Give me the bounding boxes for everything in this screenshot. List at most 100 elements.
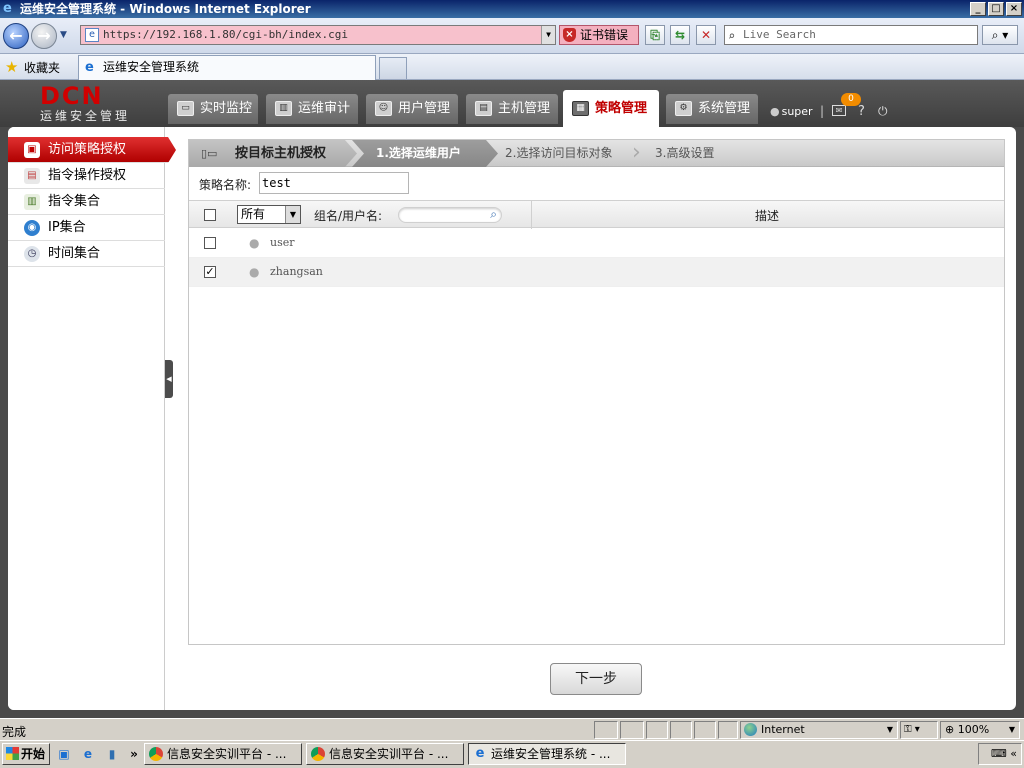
- row-checkbox[interactable]: [204, 237, 216, 249]
- window-titlebar: e 运维安全管理系统 - Windows Internet Explorer _…: [0, 0, 1024, 18]
- search-icon: ⌕: [728, 29, 736, 43]
- close-button[interactable]: ×: [1006, 2, 1022, 16]
- nav-tab-policy[interactable]: ▦ 策略管理: [563, 90, 659, 127]
- nav-tab-users[interactable]: ☺ 用户管理: [366, 94, 458, 124]
- sidebar-item-command-auth[interactable]: ▤ 指令操作授权: [8, 163, 165, 189]
- ip-set-icon: ◉: [24, 220, 40, 236]
- sidebar-item-access-policy[interactable]: ▣ 访问策略授权: [8, 137, 176, 163]
- zoom-level[interactable]: ⊕ 100% ▼: [940, 721, 1020, 739]
- lock-icon: ⚿ ▾: [904, 724, 920, 735]
- gear-icon: ⚙: [675, 101, 692, 116]
- start-button[interactable]: 开始: [2, 743, 50, 765]
- nav-tab-label: 用户管理: [398, 101, 451, 116]
- favorites-label[interactable]: 收藏夹: [24, 59, 60, 76]
- taskbar-item-chrome-1[interactable]: 信息安全实训平台 - ...: [144, 743, 302, 765]
- address-dropdown-icon[interactable]: ▼: [541, 26, 555, 44]
- logout-icon[interactable]: ⏻: [878, 104, 888, 119]
- new-tab-button[interactable]: [379, 57, 407, 79]
- wizard-step-label: 按目标主机授权: [235, 146, 327, 161]
- nav-tab-system[interactable]: ⚙ 系统管理: [666, 94, 758, 124]
- sidebar-item-label: IP集合: [48, 220, 86, 235]
- policy-name-label: 策略名称:: [199, 178, 252, 192]
- group-filter-value: 所有: [241, 207, 266, 221]
- search-input[interactable]: ⌕ Live Search: [724, 25, 978, 45]
- window-title: 运维安全管理系统 - Windows Internet Explorer: [20, 2, 311, 16]
- next-step-button[interactable]: 下一步: [550, 663, 642, 695]
- sidebar-item-time-set[interactable]: ◷ 时间集合: [8, 241, 165, 267]
- refresh-button[interactable]: ⇆: [670, 25, 690, 45]
- quicklaunch-tool-icon[interactable]: ▮: [104, 746, 120, 762]
- favorites-star-icon[interactable]: ★: [5, 58, 18, 76]
- wizard-step-3[interactable]: 3.高级设置: [655, 140, 714, 167]
- help-icon[interactable]: ?: [858, 104, 865, 119]
- compat-view-icon: ⎘: [650, 28, 660, 42]
- nav-tab-label: 系统管理: [698, 101, 751, 116]
- taskbar-item-chrome-2[interactable]: 信息安全实训平台 - ...: [306, 743, 464, 765]
- table-row[interactable]: ● user: [189, 229, 1004, 258]
- cert-error-label: 证书错误: [580, 28, 629, 42]
- table-header: 所有 ▼ 组名/用户名: ⌕ 描述: [189, 200, 1004, 229]
- user-search-input[interactable]: ⌕: [398, 207, 502, 223]
- shield-error-icon: ×: [563, 28, 576, 42]
- back-arrow-icon: ←: [9, 26, 23, 45]
- sidebar-item-command-set[interactable]: ▥ 指令集合: [8, 189, 165, 215]
- forward-arrow-icon: →: [37, 26, 51, 45]
- history-dropdown-icon[interactable]: ▼: [60, 30, 67, 40]
- nav-tab-label: 策略管理: [595, 101, 648, 116]
- group-filter-select[interactable]: 所有 ▼: [237, 205, 301, 224]
- command-auth-icon: ▤: [24, 168, 40, 184]
- logo-subtitle: 运维安全管理: [40, 109, 131, 123]
- mail-icon[interactable]: ✉: [832, 105, 846, 116]
- content-area: ▣ 访问策略授权 ▤ 指令操作授权 ▥ 指令集合 ◉ IP集合 ◷ 时间集合 ◀: [8, 127, 1016, 710]
- monitor-icon: ▭: [177, 101, 194, 116]
- nav-tab-hosts[interactable]: ▤ 主机管理: [466, 94, 558, 124]
- nav-tab-audit[interactable]: ▥ 运维审计: [266, 94, 358, 124]
- browser-tab-title: 运维安全管理系统: [103, 60, 200, 74]
- table-row[interactable]: ✓ ● zhangsan: [189, 258, 1004, 287]
- select-all-checkbox[interactable]: [204, 209, 216, 221]
- address-bar[interactable]: e https://192.168.1.80/cgi-bh/index.cgi …: [80, 25, 556, 45]
- quicklaunch-ie-icon[interactable]: e: [80, 746, 96, 762]
- sidebar-item-ip-set[interactable]: ◉ IP集合: [8, 215, 165, 241]
- step-separator-icon: ›: [632, 140, 641, 165]
- taskbar: 开始 ▣ e ▮ » 信息安全实训平台 - ... 信息安全实训平台 - ...…: [0, 740, 1024, 768]
- quicklaunch-more-icon[interactable]: »: [126, 746, 142, 762]
- row-checkbox-checked[interactable]: ✓: [204, 266, 216, 278]
- nav-tab-label: 运维审计: [298, 101, 351, 116]
- row-username: zhangsan: [270, 265, 323, 278]
- nav-tab-monitor[interactable]: ▭ 实时监控: [168, 94, 258, 124]
- header-divider: |: [820, 104, 825, 118]
- forward-button[interactable]: →: [31, 23, 57, 49]
- wizard-step-2[interactable]: 2.选择访问目标对象: [505, 140, 612, 167]
- wizard-panel: ▯▭ 按目标主机授权 1.选择运维用户 2.选择访问目标对象 › 3.高级设置 …: [188, 139, 1005, 645]
- policy-name-input[interactable]: test: [259, 172, 409, 194]
- search-button[interactable]: ⌕ ▾: [982, 25, 1018, 45]
- status-cell: [718, 721, 738, 739]
- back-button[interactable]: ←: [3, 23, 29, 49]
- minimize-button[interactable]: _: [970, 2, 986, 16]
- security-zone[interactable]: Internet ▼: [740, 721, 898, 739]
- ie-icon: e: [475, 746, 485, 761]
- start-label: 开始: [21, 747, 46, 761]
- compat-view-button[interactable]: ⎘: [645, 25, 665, 45]
- cert-error-button[interactable]: × 证书错误: [559, 25, 639, 45]
- search-icon[interactable]: ⌕: [490, 207, 497, 222]
- quicklaunch-desktop-icon[interactable]: ▣: [56, 746, 72, 762]
- wizard-step-1[interactable]: 1.选择运维用户: [352, 140, 498, 167]
- page-icon: e: [85, 28, 99, 42]
- keyboard-icon[interactable]: ⌨: [991, 747, 1007, 760]
- taskbar-item-ie[interactable]: e 运维安全管理系统 - ...: [468, 743, 626, 765]
- sidebar-collapse-handle[interactable]: ◀: [165, 360, 173, 398]
- app-header: DCN 运维安全管理 ▭ 实时监控 ▥ 运维审计 ☺ 用户管理 ▤ 主机管理 ▦…: [0, 80, 1024, 127]
- maximize-button[interactable]: □: [988, 2, 1004, 16]
- current-user[interactable]: ● super: [770, 105, 813, 118]
- tray-expand-icon[interactable]: «: [1010, 747, 1017, 760]
- nav-tab-label: 主机管理: [498, 101, 551, 116]
- stop-button[interactable]: ✕: [696, 25, 716, 45]
- zoom-icon: ⊕: [945, 723, 955, 736]
- user-manage-icon: ☺: [375, 101, 392, 116]
- browser-tab[interactable]: e 运维安全管理系统: [78, 55, 376, 80]
- protected-mode-cell[interactable]: ⚿ ▾: [900, 721, 938, 739]
- wizard-step-mode: ▯▭ 按目标主机授权: [189, 140, 357, 167]
- user-icon: ●: [770, 105, 780, 118]
